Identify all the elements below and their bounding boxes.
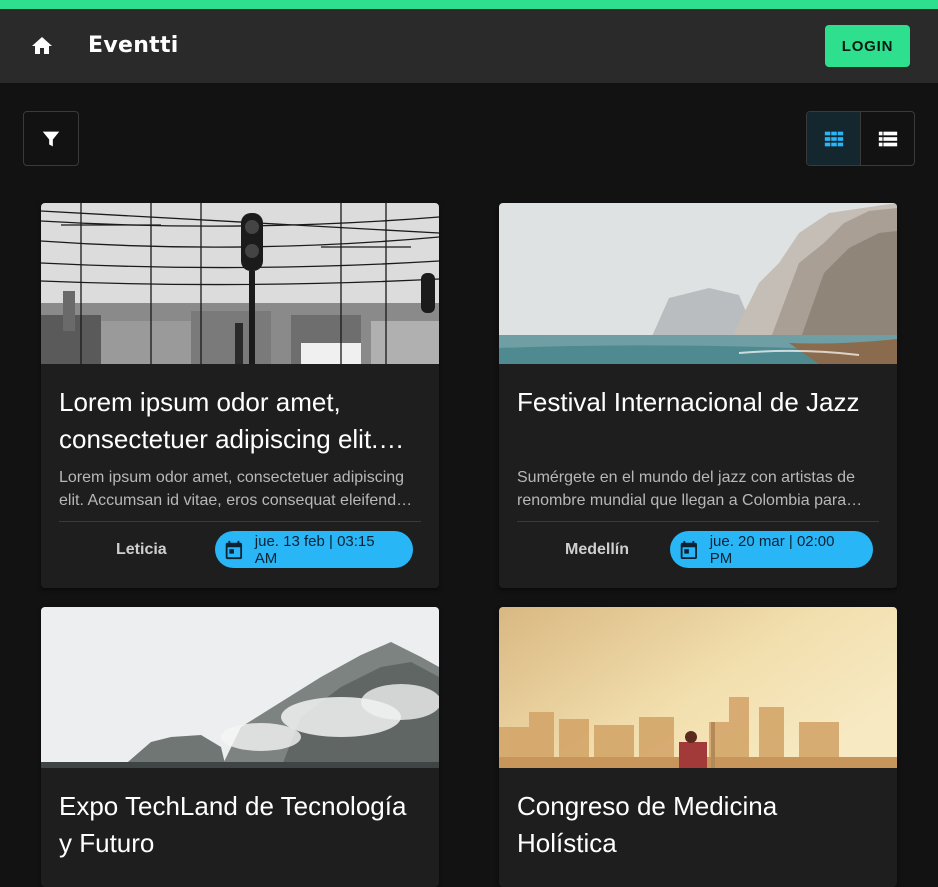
grid-view-icon [824, 131, 843, 146]
event-description: Lorem ipsum odor amet, consectetuer adip… [59, 469, 405, 509]
event-card[interactable]: Festival Internacional de Jazz Sumérgete… [499, 203, 897, 588]
event-city: Leticia [116, 541, 167, 558]
hazy-city-sunrise-photo [499, 607, 897, 768]
calendar-icon [680, 540, 697, 559]
event-date-chip[interactable]: jue. 20 mar | 02:00 PM [670, 531, 873, 568]
event-card[interactable]: Expo TechLand de Tecnología y Futuro [41, 607, 439, 887]
list-view-icon [878, 131, 897, 146]
event-card[interactable]: Lorem ipsum odor amet, consectetuer adip… [41, 203, 439, 588]
app-bar: Eventti LOGIN [0, 9, 938, 83]
event-date-chip[interactable]: jue. 13 feb | 03:15 AM [215, 531, 413, 568]
misty-mountain-peaks-photo [41, 607, 439, 768]
card-divider [517, 521, 879, 522]
event-city: Medellín [565, 541, 630, 558]
calendar-icon [225, 540, 243, 559]
app-brand[interactable]: Eventti [88, 33, 179, 58]
filter-icon [42, 131, 60, 146]
card-divider [59, 521, 421, 522]
view-toggle [806, 111, 915, 166]
event-date: jue. 20 mar | 02:00 PM [709, 532, 835, 567]
top-accent-stripe [0, 0, 938, 9]
event-title[interactable]: Lorem ipsum odor amet, consectetuer adip… [59, 384, 421, 458]
event-title[interactable]: Festival Internacional de Jazz [517, 384, 879, 421]
list-view-button[interactable] [861, 112, 914, 165]
home-icon [32, 37, 52, 54]
login-button[interactable]: LOGIN [825, 25, 910, 67]
home-button[interactable] [22, 26, 62, 66]
filter-button[interactable] [23, 111, 79, 166]
event-card[interactable]: Congreso de Medicina Holística [499, 607, 897, 887]
foggy-coastal-cliffs-photo [499, 203, 897, 364]
event-description: Sumérgete en el mundo del jazz con artis… [517, 469, 855, 509]
event-title[interactable]: Expo TechLand de Tecnología y Futuro [59, 788, 421, 862]
event-title[interactable]: Congreso de Medicina Holística [517, 788, 879, 862]
railway-power-lines-photo [41, 203, 439, 364]
grid-view-button[interactable] [807, 112, 861, 165]
event-date: jue. 13 feb | 03:15 AM [254, 532, 375, 567]
